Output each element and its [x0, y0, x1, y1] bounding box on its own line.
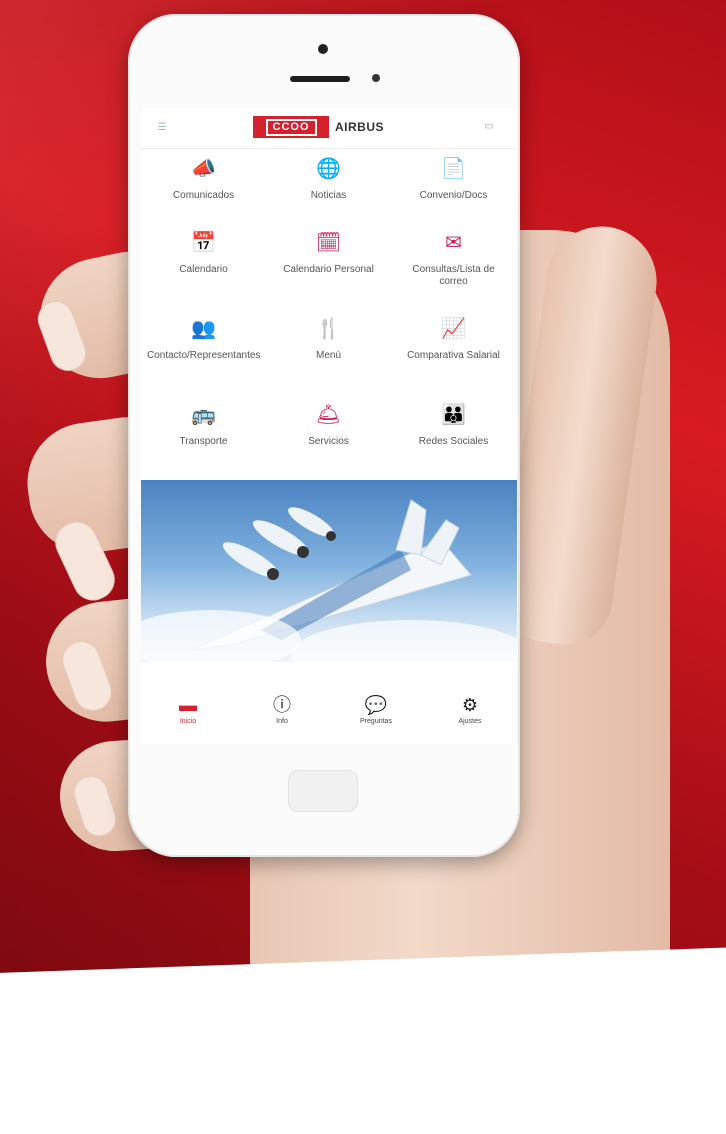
grid-item-redes[interactable]: 👪 Redes Sociales: [391, 402, 516, 448]
grid-item-label: Consultas/Lista de correo: [412, 264, 495, 287]
personal-calendar-icon: 🗓: [315, 232, 342, 254]
chart-icon: 📈: [441, 318, 466, 340]
phone-screen: ☰ CCOO AIRBUS ▭ 📣 Comunicados 🌐 Noticias…: [141, 108, 517, 744]
grid-item-label: Noticias: [310, 190, 347, 201]
people-icon: 👥: [191, 318, 216, 340]
tab-label: Ajustes: [458, 718, 482, 725]
megaphone-icon: 📣: [191, 158, 216, 180]
tab-inicio[interactable]: ▬ Inicio: [141, 694, 235, 725]
sliders-icon: ⚙: [461, 695, 479, 715]
mail-icon: ✉: [445, 232, 462, 254]
grid-item-label: Calendario Personal: [283, 264, 374, 275]
grid-item-label: Redes Sociales: [418, 436, 489, 447]
info-icon: ⓘ: [273, 695, 291, 715]
front-camera: [318, 44, 328, 54]
grid-item-convenio[interactable]: 📄 Convenio/Docs: [391, 156, 516, 202]
grid-item-contacto[interactable]: 👥 Contacto/Representantes: [141, 316, 266, 362]
airplane-banner-image[interactable]: [141, 480, 517, 662]
home-icon: ▬: [179, 695, 197, 715]
tab-label: Info: [276, 718, 288, 725]
tab-label: Inicio: [179, 718, 197, 725]
proximity-sensor: [372, 74, 380, 82]
grid-item-servicios[interactable]: 🛎 Servicios: [266, 402, 391, 448]
brand-name: AIRBUS: [335, 120, 385, 134]
tab-label: Preguntas: [360, 718, 392, 725]
grid-item-label: Calendario: [179, 264, 228, 275]
globe-icon: 🌐: [316, 158, 341, 180]
ccoo-logo: CCOO: [253, 116, 329, 138]
grid-item-label: Menú: [315, 350, 341, 361]
app-header: ☰ CCOO AIRBUS ▭: [141, 108, 517, 149]
home-button[interactable]: [288, 770, 358, 812]
calendar-icon: 📅: [191, 232, 216, 254]
grid-item-label: Convenio/Docs: [419, 190, 488, 201]
grid-item-transporte[interactable]: 🚌 Transporte: [141, 402, 266, 448]
bottom-tab-bar: ▬ Inicio ⓘ Info 💬 Preguntas ⚙ Ajustes: [141, 688, 517, 744]
chat-icon: 💬: [364, 695, 388, 715]
document-icon: 📄: [441, 158, 466, 180]
services-icon: 🛎: [315, 404, 342, 426]
grid-item-calendario[interactable]: 📅 Calendario: [141, 230, 266, 276]
social-icon: 👪: [441, 404, 466, 426]
bus-icon: 🚌: [191, 404, 216, 426]
grid-item-comunicados[interactable]: 📣 Comunicados: [141, 156, 266, 202]
menu-icon[interactable]: ☰: [151, 122, 173, 134]
settings-icon[interactable]: ▭: [475, 120, 503, 134]
tab-preguntas[interactable]: 💬 Preguntas: [329, 694, 423, 725]
tab-ajustes[interactable]: ⚙ Ajustes: [423, 694, 517, 725]
earpiece-speaker: [290, 76, 350, 82]
logo-text: CCOO: [265, 118, 317, 136]
grid-item-calendario-personal[interactable]: 🗓 Calendario Personal: [266, 230, 391, 276]
bottom-white-band: [0, 945, 726, 1134]
grid-item-noticias[interactable]: 🌐 Noticias: [266, 156, 391, 202]
menu-food-icon: 🍴: [316, 318, 341, 340]
grid-item-menu[interactable]: 🍴 Menú: [266, 316, 391, 362]
grid-item-label: Servicios: [308, 436, 349, 447]
grid-item-comparativa[interactable]: 📈 Comparativa Salarial: [391, 316, 516, 362]
grid-item-consultas[interactable]: ✉ Consultas/Lista de correo: [391, 230, 516, 288]
grid-item-label: Comunicados: [172, 190, 235, 201]
grid-item-label: Transporte: [179, 436, 228, 447]
grid-item-label: Contacto/Representantes: [147, 350, 261, 361]
grid-item-label: Comparativa Salarial: [407, 350, 500, 361]
tab-info[interactable]: ⓘ Info: [235, 694, 329, 725]
